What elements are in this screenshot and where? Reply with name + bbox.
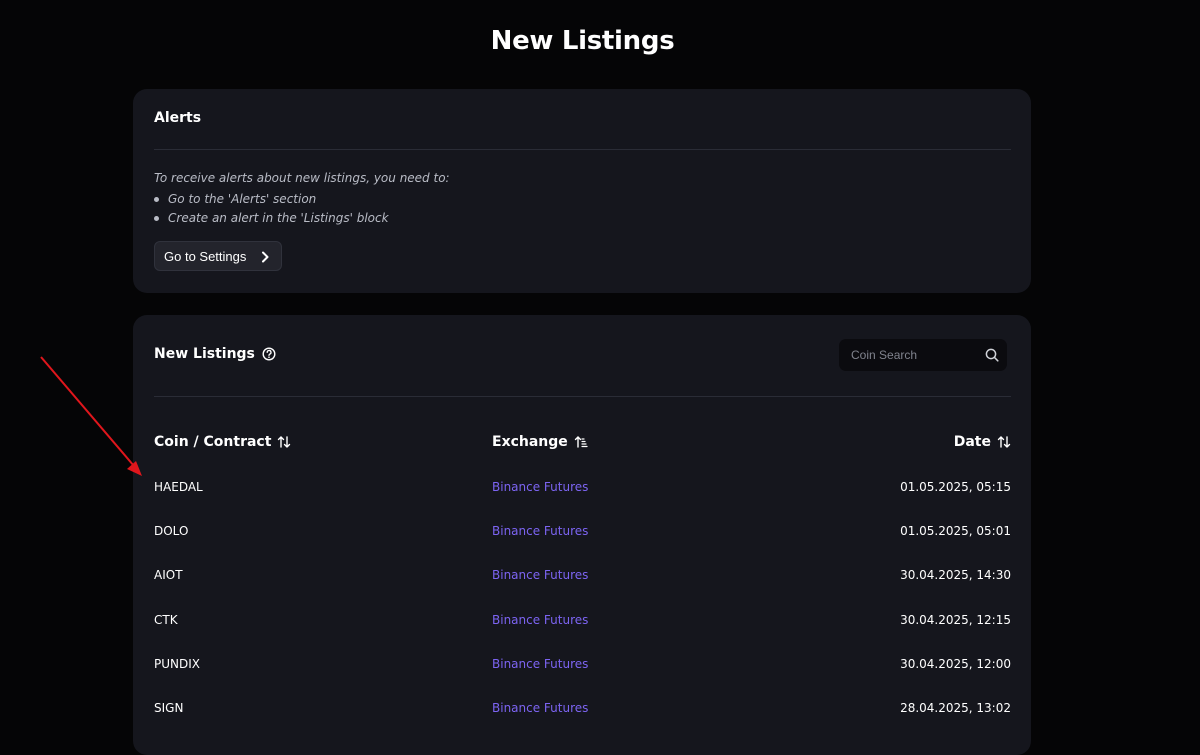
exchange-link[interactable]: Binance Futures (492, 613, 588, 627)
go-to-settings-button[interactable]: Go to Settings (154, 241, 282, 271)
column-header-date[interactable]: Date (954, 434, 1011, 450)
column-header-coin-label: Coin / Contract (154, 434, 272, 450)
help-icon[interactable] (262, 347, 276, 361)
listings-title-wrap: New Listings (154, 346, 276, 362)
column-header-exchange-label: Exchange (492, 434, 568, 450)
go-to-settings-label: Go to Settings (164, 248, 247, 264)
listings-table-body: HAEDAL Binance Futures 01.05.2025, 05:15… (154, 465, 1011, 730)
coin-cell: PUNDIX (154, 656, 200, 671)
exchange-link[interactable]: Binance Futures (492, 480, 588, 494)
bullet-icon (154, 197, 159, 202)
alerts-step-text: Create an alert in the 'Listings' block (168, 211, 389, 225)
alerts-step: Go to the 'Alerts' section (154, 190, 389, 209)
alerts-intro: To receive alerts about new listings, yo… (154, 171, 450, 185)
chevron-right-icon (262, 251, 269, 263)
divider (154, 149, 1011, 150)
alerts-step: Create an alert in the 'Listings' block (154, 209, 389, 228)
page-title: New Listings (490, 26, 675, 56)
alerts-title: Alerts (154, 110, 202, 126)
coin-search (839, 339, 1007, 371)
listings-card: New Listings Coin / Contract Exchange Da… (133, 315, 1031, 755)
table-row: HAEDAL Binance Futures 01.05.2025, 05:15 (154, 465, 1011, 509)
coin-cell: CTK (154, 612, 178, 627)
bullet-icon (154, 216, 159, 221)
table-row: SIGN Binance Futures 28.04.2025, 13:02 (154, 686, 1011, 730)
alerts-step-text: Go to the 'Alerts' section (168, 192, 317, 206)
date-cell: 01.05.2025, 05:01 (900, 524, 1011, 539)
search-icon[interactable] (985, 348, 999, 362)
table-row: CTK Binance Futures 30.04.2025, 12:15 (154, 598, 1011, 642)
date-cell: 30.04.2025, 12:15 (900, 612, 1011, 627)
coin-cell: HAEDAL (154, 480, 203, 494)
column-header-coin[interactable]: Coin / Contract (154, 434, 291, 450)
exchange-link[interactable]: Binance Futures (492, 701, 588, 715)
date-cell: 30.04.2025, 14:30 (900, 568, 1011, 583)
sort-ascending-icon (574, 436, 588, 448)
sort-icon (278, 436, 291, 448)
listings-title: New Listings (154, 346, 255, 362)
date-cell: 30.04.2025, 12:00 (900, 656, 1011, 671)
exchange-link[interactable]: Binance Futures (492, 524, 588, 538)
alerts-card: Alerts To receive alerts about new listi… (133, 89, 1031, 293)
table-row: DOLO Binance Futures 01.05.2025, 05:01 (154, 509, 1011, 553)
table-row: PUNDIX Binance Futures 30.04.2025, 12:00 (154, 642, 1011, 686)
coin-cell: DOLO (154, 524, 189, 539)
exchange-link[interactable]: Binance Futures (492, 657, 588, 671)
coin-search-input[interactable] (849, 347, 983, 363)
alerts-steps: Go to the 'Alerts' section Create an ale… (154, 190, 389, 228)
coin-cell: AIOT (154, 568, 183, 583)
divider (154, 396, 1011, 397)
date-cell: 28.04.2025, 13:02 (900, 700, 1011, 715)
column-header-date-label: Date (953, 434, 991, 450)
coin-cell: SIGN (154, 700, 184, 715)
exchange-link[interactable]: Binance Futures (492, 568, 588, 582)
date-cell: 01.05.2025, 05:15 (900, 480, 1011, 494)
column-header-exchange[interactable]: Exchange (492, 434, 588, 450)
table-row: AIOT Binance Futures 30.04.2025, 14:30 (154, 553, 1011, 597)
sort-icon (997, 436, 1011, 448)
